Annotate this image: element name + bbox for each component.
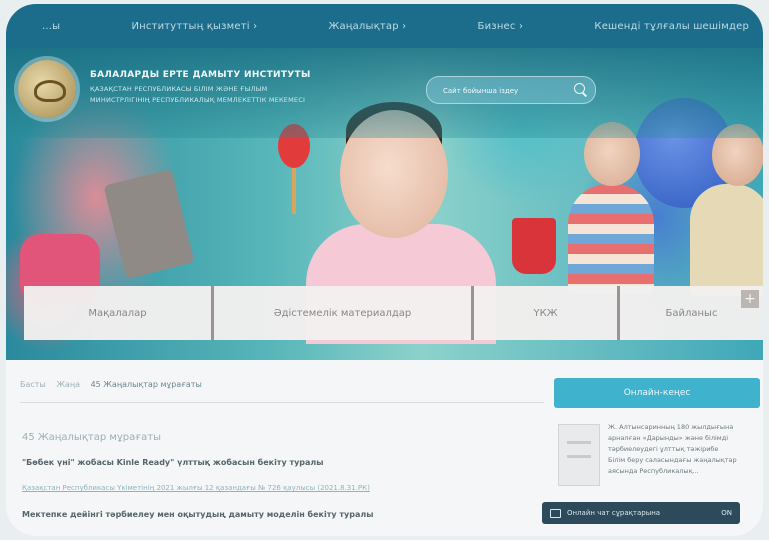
- card-articles[interactable]: Мақалалар: [24, 286, 214, 340]
- org-name: БАЛАЛАРДЫ ЕРТЕ ДАМЫТУ ИНСТИТУТЫ: [90, 70, 311, 80]
- article-meta-link[interactable]: Қазақстан Республикасы Үкіметінің 2021 ж…: [22, 484, 370, 492]
- hero-red-bucket: [512, 218, 556, 274]
- nav-item-institute-activity[interactable]: Институттың қызметі ›: [131, 21, 257, 32]
- search-input[interactable]: [441, 82, 565, 100]
- nav-item-business[interactable]: Бизнес ›: [478, 21, 524, 32]
- online-consult-button[interactable]: Онлайн-кеңес: [554, 378, 760, 408]
- screenshot-frame: ...ы Институттың қызметі › Жаңалықтар › …: [6, 4, 763, 536]
- news-line: Ж. Алтынсаринның 180 жылдығына: [608, 423, 734, 431]
- news-line: арналған «Дарынды» және білімді: [608, 434, 728, 442]
- card-articles-label: Мақалалар: [88, 307, 147, 319]
- org-subtitle-line-2: МИНИСТРЛІГІНІҢ РЕСПУБЛИКАЛЫҚ МЕМЛЕКЕТТІК…: [90, 96, 306, 104]
- institute-logo-icon[interactable]: [18, 60, 76, 118]
- breadcrumb-news[interactable]: Жаңа: [56, 380, 80, 389]
- card-contacts-label: Байланыс: [665, 307, 718, 319]
- main-content: Басты Жаңа 45 Жаңалықтар мұрағаты 45 Жаң…: [6, 360, 763, 536]
- breadcrumb-current: 45 Жаңалықтар мұрағаты: [90, 380, 202, 389]
- org-subtitle-line-1: ҚАЗАҚСТАН РЕСПУБЛИКАСЫ БІЛІМ ЖӘНЕ ҒЫЛЫМ: [90, 85, 268, 93]
- chat-icon: [550, 508, 561, 518]
- card-methodical-materials-label: Әдістемелік материалдар: [273, 307, 412, 319]
- breadcrumb-home[interactable]: Басты: [20, 380, 46, 389]
- search-box: [426, 76, 596, 104]
- nav-item-news[interactable]: Жаңалықтар ›: [329, 21, 407, 32]
- hero-decor-box: [103, 168, 195, 280]
- top-navigation: ...ы Институттың қызметі › Жаңалықтар › …: [6, 4, 763, 48]
- news-line: Білім беру саласындағы жаңалықтар: [608, 456, 737, 464]
- breadcrumb: Басты Жаңа 45 Жаңалықтар мұрағаты: [20, 380, 544, 403]
- article-title-link-2[interactable]: Мектепке дейінгі тәрбиелеу мен оқытудың …: [22, 510, 373, 519]
- news-line: аясында Республикалық...: [608, 467, 699, 475]
- quick-links: Мақалалар Әдістемелік материалдар ҮКЖ Ба…: [24, 286, 763, 340]
- card-ukzh[interactable]: ҮКЖ: [474, 286, 620, 340]
- hero-child-2-body: [568, 184, 654, 294]
- search-icon[interactable]: [574, 83, 585, 94]
- hero-child-3-body: [690, 184, 763, 296]
- news-snippet[interactable]: Ж. Алтынсаринның 180 жылдығына арналған …: [608, 422, 762, 477]
- news-line: тәрбиелеудегі ұлттық тәжірибе: [608, 445, 719, 453]
- news-thumbnail[interactable]: [558, 424, 600, 486]
- online-chat-bar[interactable]: Онлайн чат сұрақтарына ON: [542, 502, 740, 524]
- header-band: [6, 48, 763, 138]
- card-contacts[interactable]: Байланыс +: [620, 286, 763, 340]
- section-title: 45 Жаңалықтар мұрағаты: [22, 432, 162, 443]
- plus-icon[interactable]: +: [741, 290, 759, 308]
- article-title-link[interactable]: "Бөбек үні" жобасы Kinle Ready" үлттық ж…: [22, 458, 324, 467]
- card-methodical-materials[interactable]: Әдістемелік материалдар: [214, 286, 474, 340]
- nav-item-solutions[interactable]: Кешенді тұлғалы шешімдер: [594, 21, 749, 32]
- nav-item-1[interactable]: ...ы: [42, 21, 60, 32]
- card-ukzh-label: ҮКЖ: [533, 307, 558, 319]
- chat-label: Онлайн чат сұрақтарына: [567, 509, 661, 517]
- chat-toggle[interactable]: ON: [721, 509, 732, 517]
- hero-toy-stick: [292, 164, 296, 214]
